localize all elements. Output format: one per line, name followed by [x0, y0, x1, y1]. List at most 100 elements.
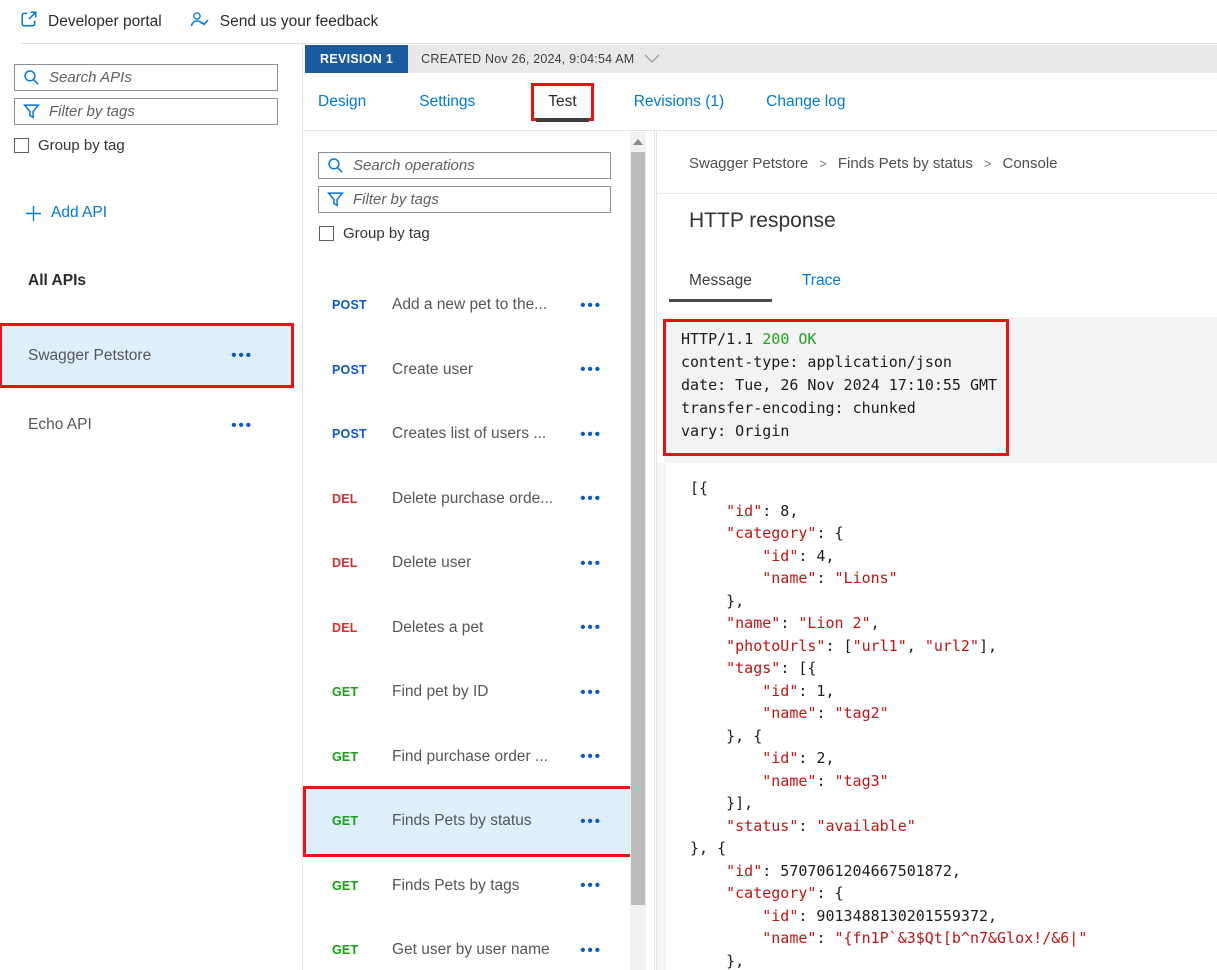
panel-divider: [657, 193, 1217, 194]
console-tab-trace[interactable]: Trace: [782, 272, 861, 302]
api-menu-button[interactable]: •••: [231, 418, 253, 433]
method-badge: POST: [332, 427, 367, 442]
tab-revisions-1[interactable]: Revisions (1): [634, 93, 724, 111]
group-operations-by-tag-row: Group by tag: [319, 225, 430, 242]
operation-label: Delete purchase orde...: [392, 489, 554, 507]
operation-menu-button[interactable]: •••: [580, 427, 602, 442]
operation-row[interactable]: GET Finds Pets by tags •••: [306, 854, 632, 919]
operation-menu-button[interactable]: •••: [580, 362, 602, 377]
response-body-gutter: [657, 463, 666, 970]
feedback-label: Send us your feedback: [219, 12, 379, 30]
operation-menu-button[interactable]: •••: [580, 814, 602, 829]
console-tab-message[interactable]: Message: [669, 272, 772, 302]
operation-menu-button[interactable]: •••: [580, 491, 602, 506]
api-name: Swagger Petstore: [28, 346, 152, 364]
sidebar-api-item[interactable]: Echo API •••: [2, 410, 291, 440]
operation-menu-button[interactable]: •••: [580, 556, 602, 571]
feedback-link[interactable]: Send us your feedback: [190, 10, 379, 33]
all-apis-heading: All APIs: [28, 272, 86, 289]
tab-settings[interactable]: Settings: [419, 93, 475, 111]
operation-row[interactable]: POST Create user •••: [306, 338, 632, 403]
method-badge: GET: [332, 878, 359, 893]
method-badge: POST: [332, 362, 367, 377]
tab-test[interactable]: Test: [531, 82, 594, 122]
operation-menu-button[interactable]: •••: [580, 878, 602, 893]
group-by-tag-checkbox[interactable]: [14, 138, 29, 153]
response-headers-block: HTTP/1.1 200 OK content-type: application…: [663, 317, 1217, 463]
operation-label: Find purchase order ...: [392, 747, 548, 765]
operation-menu-button[interactable]: •••: [580, 620, 602, 635]
chevron-down-icon[interactable]: [644, 50, 660, 68]
external-link-icon: [20, 10, 38, 33]
method-badge: GET: [332, 749, 359, 764]
page-title: HTTP response: [689, 209, 836, 232]
search-operations-input[interactable]: [318, 152, 611, 179]
search-apis-field: [14, 64, 278, 91]
add-api-label: Add API: [51, 204, 108, 221]
response-headers-highlight-box: HTTP/1.1 200 OK content-type: application…: [663, 319, 1009, 456]
operation-label: Creates list of users ...: [392, 425, 547, 443]
method-badge: GET: [332, 685, 359, 700]
search-icon: [328, 158, 343, 173]
method-badge: POST: [332, 298, 367, 313]
add-api-button[interactable]: Add API: [26, 204, 107, 222]
response-body: [{ "id": 8, "category": { "id": 4, "name…: [690, 479, 1088, 970]
tab-change-log[interactable]: Change log: [766, 93, 845, 111]
filter-operations-input[interactable]: [318, 186, 611, 213]
filter-apis-input[interactable]: [14, 98, 278, 125]
operation-label: Get user by user name: [392, 941, 550, 959]
operation-menu-button[interactable]: •••: [580, 943, 602, 958]
api-list: Swagger Petstore ••• Echo API •••: [0, 323, 294, 440]
api-sidebar: Group by tag Add API All APIs Swagger Pe…: [0, 44, 303, 970]
search-operations-field: [318, 152, 611, 179]
sidebar-api-item[interactable]: Swagger Petstore •••: [0, 323, 294, 388]
operation-label: Finds Pets by status: [392, 812, 532, 830]
operation-row[interactable]: DEL Delete purchase orde... •••: [306, 467, 632, 532]
response-headers-text: HTTP/1.1 200 OK content-type: application…: [681, 330, 998, 440]
breadcrumb-separator: >: [819, 156, 827, 171]
operation-label: Finds Pets by tags: [392, 876, 520, 894]
group-by-tag-row: Group by tag: [14, 137, 125, 154]
filter-apis-field: [14, 98, 278, 125]
console-panel: Swagger Petstore > Finds Pets by status > Co…: [656, 131, 1217, 970]
breadcrumb-item[interactable]: Finds Pets by status: [838, 155, 973, 172]
method-badge: GET: [332, 943, 359, 958]
operation-row[interactable]: DEL Delete user •••: [306, 531, 632, 596]
operation-row[interactable]: GET Find purchase order ... •••: [306, 725, 632, 790]
operation-menu-button[interactable]: •••: [580, 298, 602, 313]
operation-row[interactable]: GET Finds Pets by status •••: [303, 786, 635, 857]
group-by-tag-checkbox[interactable]: [319, 226, 334, 241]
top-bar: Developer portal Send us your feedback: [0, 0, 1217, 43]
operation-row[interactable]: POST Creates list of users ... •••: [306, 402, 632, 467]
breadcrumb-item[interactable]: Console: [1002, 155, 1057, 172]
filter-funnel-icon: [23, 104, 40, 119]
operation-menu-button[interactable]: •••: [580, 685, 602, 700]
api-tabs: Design Settings Test Revisions (1) Change lo…: [303, 73, 1217, 131]
operations-list: POST Add a new pet to the... ••• POST Create…: [303, 273, 635, 970]
scrollbar-thumb[interactable]: [631, 152, 645, 905]
breadcrumb-separator: >: [983, 156, 992, 171]
revision-bar: REVISION 1 CREATED Nov 26, 2024, 9:04:54…: [305, 45, 1217, 73]
operation-label: Find pet by ID: [392, 683, 489, 701]
feedback-person-icon: [190, 10, 210, 33]
api-menu-button[interactable]: •••: [231, 348, 253, 363]
revision-created-label: CREATED Nov 26, 2024, 9:04:54 AM: [421, 52, 635, 66]
filter-funnel-icon: [327, 192, 344, 207]
breadcrumb-item[interactable]: Swagger Petstore: [689, 155, 808, 172]
developer-portal-link[interactable]: Developer portal: [20, 10, 162, 33]
search-apis-input[interactable]: [14, 64, 278, 91]
operation-label: Add a new pet to the...: [392, 296, 548, 314]
operation-row[interactable]: GET Get user by user name •••: [306, 918, 632, 970]
tab-design[interactable]: Design: [318, 93, 366, 111]
operations-scrollbar[interactable]: [630, 132, 646, 970]
group-by-tag-label: Group by tag: [38, 137, 125, 154]
method-badge: DEL: [332, 491, 358, 506]
operation-row[interactable]: DEL Deletes a pet •••: [306, 596, 632, 661]
operation-row[interactable]: GET Find pet by ID •••: [306, 660, 632, 725]
operations-panel: Group by tag POST Add a new pet to the...…: [303, 131, 655, 970]
breadcrumb: Swagger Petstore > Finds Pets by status > Co…: [689, 155, 1058, 172]
scroll-up-arrow-icon[interactable]: [633, 139, 643, 145]
operation-row[interactable]: POST Add a new pet to the... •••: [306, 273, 632, 338]
operation-menu-button[interactable]: •••: [580, 749, 602, 764]
method-badge: DEL: [332, 556, 358, 571]
